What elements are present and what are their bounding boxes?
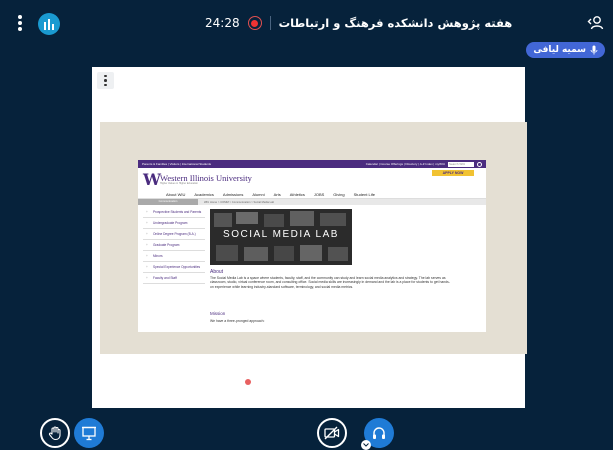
sidebar-item: Undergraduate Program bbox=[143, 218, 205, 229]
header-divider bbox=[269, 16, 271, 30]
sidebar-item: Graduate Program bbox=[143, 240, 205, 251]
sidebar-item: Online Degree Program (B.A.) bbox=[143, 229, 205, 240]
video-off-icon bbox=[324, 426, 340, 440]
audio-options-toggle[interactable] bbox=[361, 440, 371, 450]
site-main-nav: About WIU Academics Admissions Alumni Ar… bbox=[138, 190, 486, 199]
loading-indicator bbox=[245, 379, 251, 385]
hero-image: SOCIAL MEDIA LAB bbox=[210, 209, 352, 265]
top-bar: 24:28 هفته پژوهش دانشکده فرهنگ و ارتباطا… bbox=[0, 0, 613, 42]
sidebar-item: Prospective Students and Parents bbox=[143, 207, 205, 218]
slide-screenshot: Parents & Families | Visitors | Internat… bbox=[138, 160, 486, 332]
about-text: The Social Media Lab is a space where st… bbox=[210, 276, 450, 289]
raise-hand-button[interactable] bbox=[40, 418, 70, 448]
nav-item: Admissions bbox=[222, 191, 244, 197]
nav-item: About WIU bbox=[166, 191, 186, 197]
video-toggle-button[interactable] bbox=[317, 418, 347, 448]
nav-item: Athletics bbox=[289, 191, 305, 197]
department-tab: Communication bbox=[138, 199, 198, 205]
microphone-icon bbox=[590, 45, 598, 55]
site-search-input: Search WIU bbox=[448, 161, 474, 167]
site-search-icon bbox=[477, 161, 482, 167]
presentation-icon bbox=[82, 426, 96, 441]
breadcrumb-bar: Communication WIU Home > COMM > Communic… bbox=[138, 199, 486, 205]
nav-item: Giving bbox=[333, 191, 345, 197]
recording-icon[interactable] bbox=[247, 16, 262, 30]
raise-hand-icon bbox=[48, 426, 61, 441]
audio-button[interactable] bbox=[361, 418, 394, 450]
nav-item: Arts bbox=[273, 191, 281, 197]
slide-canvas: Parents & Families | Visitors | Internat… bbox=[100, 122, 527, 354]
app-logo-icon[interactable] bbox=[38, 13, 60, 35]
headphones-icon bbox=[373, 427, 385, 439]
meeting-timer: 24:28 bbox=[205, 16, 240, 30]
mission-heading: Mission bbox=[210, 311, 226, 316]
university-tagline: Higher Values in Higher Education bbox=[160, 182, 199, 185]
utility-links-right: Calendar | Course Offerings | Directory … bbox=[365, 162, 445, 166]
site-body: Prospective Students and Parents Undergr… bbox=[138, 207, 486, 332]
wiu-logo: W bbox=[143, 170, 161, 189]
users-toggle-icon[interactable] bbox=[587, 14, 605, 32]
options-menu-icon[interactable] bbox=[18, 15, 22, 31]
about-heading: About bbox=[210, 269, 224, 275]
site-header: W Western Illinois University Higher Val… bbox=[138, 168, 486, 190]
nav-item: Student Life bbox=[353, 191, 375, 197]
site-sidebar: Prospective Students and Parents Undergr… bbox=[143, 207, 205, 284]
sidebar-item: Minors bbox=[143, 251, 205, 262]
speaker-badge: سمیه لیافی bbox=[526, 42, 605, 58]
nav-item: Academics bbox=[194, 191, 214, 197]
chevron-down-icon bbox=[363, 443, 369, 447]
breadcrumb: WIU Home > COMM > Communication > Social… bbox=[204, 200, 275, 204]
sidebar-item: Faculty and Staff bbox=[143, 273, 205, 284]
presentation-area: Parents & Families | Visitors | Internat… bbox=[92, 67, 527, 408]
presentation-button[interactable] bbox=[74, 418, 104, 448]
nav-item: Alumni bbox=[252, 191, 265, 197]
mission-text: We have a three-pronged approach: bbox=[210, 319, 265, 323]
sidebar-item: Special Experience Opportunities bbox=[143, 262, 205, 273]
speaker-name: سمیه لیافی bbox=[533, 45, 586, 55]
hero-title: SOCIAL MEDIA LAB bbox=[223, 229, 339, 240]
nav-item: JOBS bbox=[313, 191, 325, 197]
site-utility-bar: Parents & Families | Visitors | Internat… bbox=[138, 160, 486, 168]
presentation-options-icon[interactable] bbox=[97, 72, 114, 89]
meeting-title: هفته پژوهش دانشکده فرهنگ و ارتباطات bbox=[278, 16, 513, 30]
utility-links-left: Parents & Families | Visitors | Internat… bbox=[142, 162, 212, 166]
apply-now-button: APPLY NOW bbox=[432, 170, 474, 176]
meeting-header: 24:28 هفته پژوهش دانشکده فرهنگ و ارتباطا… bbox=[205, 14, 512, 32]
